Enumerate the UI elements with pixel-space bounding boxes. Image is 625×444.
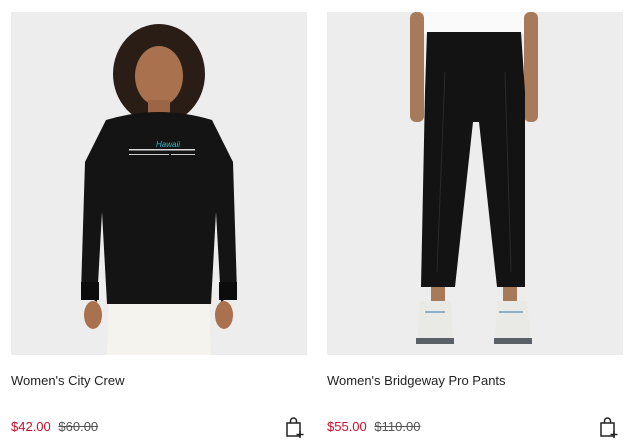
product-name[interactable]: Women's Bridgeway Pro Pants <box>327 373 506 388</box>
sale-price: $42.00 <box>11 419 51 434</box>
product-name[interactable]: Women's City Crew <box>11 373 124 388</box>
original-price: $110.00 <box>374 419 421 434</box>
product-image[interactable]: Hawaii <box>11 12 307 355</box>
add-to-bag-button[interactable] <box>285 417 305 439</box>
shopping-bag-add-icon <box>600 417 618 438</box>
original-price: $60.00 <box>58 419 99 434</box>
add-to-bag-button[interactable] <box>599 417 619 439</box>
shopping-bag-add-icon <box>286 417 304 438</box>
product-price: $55.00 $110.00 <box>327 419 420 434</box>
product-card: Women's Bridgeway Pro Pants $55.00 $110.… <box>327 12 623 438</box>
sale-price: $55.00 <box>327 419 367 434</box>
product-image[interactable] <box>327 12 623 355</box>
product-card: Hawaii Women's City Crew $42.00 $60.00 <box>11 12 307 438</box>
model-wearing-black-pants <box>327 12 623 355</box>
print-text: Hawaii <box>156 140 181 149</box>
product-price: $42.00 $60.00 <box>11 419 98 434</box>
model-wearing-crew-sweatshirt <box>11 12 307 355</box>
